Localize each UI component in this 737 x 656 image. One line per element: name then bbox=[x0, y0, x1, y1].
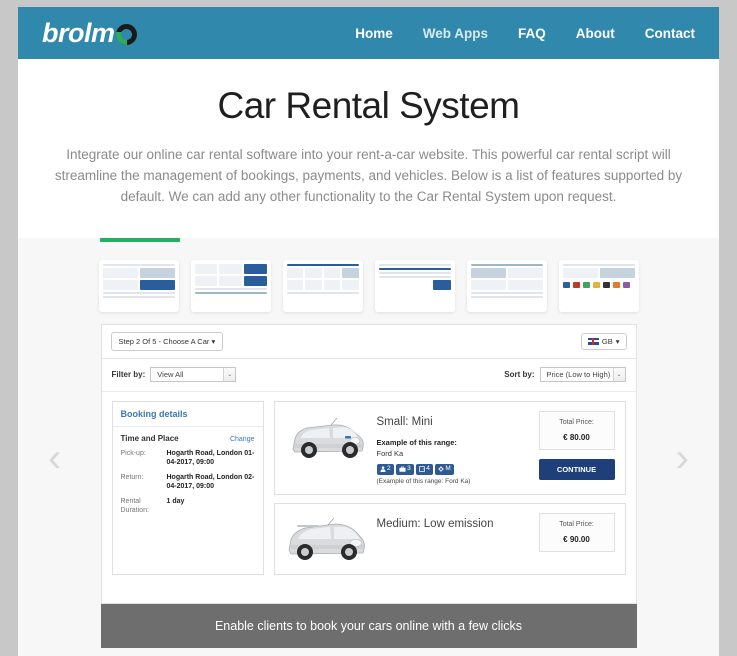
gallery-next-button[interactable]: › bbox=[676, 438, 689, 478]
booking-details-title: Booking details bbox=[112, 402, 263, 427]
duration-value: 1 day bbox=[166, 497, 185, 505]
page-title: Car Rental System bbox=[217, 85, 521, 126]
uk-flag-icon bbox=[587, 337, 599, 345]
nav-item-contact[interactable]: Contact bbox=[645, 26, 695, 41]
return-value: Hogarth Road, London 02-04-2017, 09:00 bbox=[166, 473, 255, 491]
price-box: Total Price: € 90.00 bbox=[538, 512, 615, 552]
main-navigation: Home Web Apps FAQ About Contact bbox=[355, 26, 695, 41]
car-photo-mini bbox=[285, 411, 367, 463]
continue-button[interactable]: CONTINUE bbox=[538, 458, 615, 480]
sort-label: Sort by: bbox=[504, 369, 535, 379]
chevron-down-icon: ⌄ bbox=[612, 367, 625, 381]
luggage-badge: 3 bbox=[395, 464, 414, 475]
gear-icon bbox=[438, 466, 444, 473]
screenshot-topbar: Step 2 Of 5 - Choose A Car ▾ GB ▾ bbox=[101, 325, 636, 359]
car-example-value: Ford Ka bbox=[376, 449, 404, 459]
car-example-label: Example of this range: bbox=[376, 438, 457, 448]
nav-item-faq[interactable]: FAQ bbox=[518, 26, 546, 41]
hero-section: Car Rental System Integrate our online c… bbox=[18, 59, 719, 238]
page-container: brolm Home Web Apps FAQ About Contact Ca… bbox=[18, 7, 719, 656]
thumbnail-item[interactable] bbox=[190, 259, 271, 312]
booking-details-panel: Booking details Time and Place Change Pi… bbox=[111, 400, 264, 575]
logo-text: brolm bbox=[42, 17, 115, 48]
sort-value: Price (Low to High) bbox=[546, 369, 611, 379]
thumbnail-strip bbox=[18, 242, 719, 324]
thumbnail-item[interactable] bbox=[558, 259, 639, 312]
passengers-badge: 2 bbox=[376, 464, 394, 475]
person-icon bbox=[379, 466, 386, 473]
total-price-label: Total Price: bbox=[559, 520, 594, 528]
step-selector-dropdown[interactable]: Step 2 Of 5 - Choose A Car ▾ bbox=[110, 331, 224, 351]
total-price-value: € 80.00 bbox=[563, 432, 590, 442]
locale-label: GB bbox=[601, 336, 613, 346]
gallery-prev-button[interactable]: ‹ bbox=[48, 438, 61, 478]
booking-row: Pick-up: Hogarth Road, London 01-04-2017… bbox=[121, 449, 255, 468]
suitcase-icon bbox=[399, 466, 406, 473]
step-selector-label: Step 2 Of 5 - Choose A Car bbox=[118, 336, 210, 346]
transmission-badge: M bbox=[434, 464, 454, 475]
site-logo[interactable]: brolm bbox=[42, 18, 137, 49]
total-price-label: Total Price: bbox=[559, 418, 594, 426]
pickup-value: Hogarth Road, London 01-04-2017, 09:00 bbox=[166, 449, 255, 467]
logo-circle-icon bbox=[115, 23, 137, 45]
duration-label: Rental Duration: bbox=[120, 497, 149, 514]
locale-dropdown[interactable]: GB ▾ bbox=[580, 332, 627, 350]
car-title: Small: Mini bbox=[376, 415, 433, 428]
page-description: Integrate our online car rental software… bbox=[54, 147, 683, 204]
nav-item-about[interactable]: About bbox=[576, 26, 615, 41]
featured-screenshot: Step 2 Of 5 - Choose A Car ▾ GB ▾ Filter… bbox=[100, 323, 637, 604]
doors-badge: 4 bbox=[415, 464, 433, 475]
sort-select[interactable]: Price (Low to High) ⌄ bbox=[539, 366, 626, 382]
booking-row: Return: Hogarth Road, London 02-04-2017,… bbox=[121, 473, 255, 492]
filter-label: Filter by: bbox=[111, 369, 146, 379]
change-link[interactable]: Change bbox=[230, 436, 255, 443]
price-box: Total Price: € 80.00 bbox=[538, 410, 615, 450]
car-photo-medium bbox=[285, 513, 367, 565]
chevron-down-icon: ▾ bbox=[615, 336, 620, 346]
chevron-down-icon: ▾ bbox=[211, 336, 216, 346]
car-list-item[interactable]: Medium: Low emission Total Price: € 90.0… bbox=[273, 502, 626, 575]
thumbnail-item[interactable] bbox=[374, 259, 455, 312]
booking-row: Rental Duration: 1 day bbox=[121, 497, 255, 516]
filter-select[interactable]: View All ⌄ bbox=[150, 366, 237, 382]
thumbnail-item[interactable] bbox=[98, 259, 179, 312]
thumbnail-item[interactable] bbox=[282, 259, 363, 312]
screenshot-filter-bar: Filter by: View All ⌄ Sort by: Price (Lo… bbox=[101, 359, 636, 392]
site-header: brolm Home Web Apps FAQ About Contact bbox=[18, 7, 719, 59]
filter-value: View All bbox=[157, 369, 184, 379]
time-and-place-title: Time and Place bbox=[120, 433, 179, 443]
car-list-item[interactable]: Small: Mini Example of this range: Ford … bbox=[273, 400, 626, 495]
pickup-label: Pick-up: bbox=[120, 449, 146, 457]
gallery-section: ‹ › Step 2 Of 5 - Choose A Car ▾ GB ▾ Fi… bbox=[18, 237, 719, 656]
gallery-caption: Enable clients to book your cars online … bbox=[100, 603, 637, 648]
nav-item-web-apps[interactable]: Web Apps bbox=[423, 26, 488, 41]
screenshot-body: Booking details Time and Place Change Pi… bbox=[102, 392, 636, 584]
nav-item-home[interactable]: Home bbox=[355, 26, 393, 41]
return-label: Return: bbox=[120, 473, 144, 481]
car-list: Small: Mini Example of this range: Ford … bbox=[273, 400, 626, 575]
thumbnail-item[interactable] bbox=[466, 259, 547, 312]
car-spec-badges: 2 3 4 M bbox=[376, 464, 529, 475]
total-price-value: € 90.00 bbox=[563, 534, 590, 544]
car-range-note: (Example of this range: Ford Ka) bbox=[376, 477, 471, 485]
car-title: Medium: Low emission bbox=[376, 517, 494, 530]
chevron-down-icon: ⌄ bbox=[223, 367, 236, 381]
door-icon bbox=[418, 466, 425, 473]
